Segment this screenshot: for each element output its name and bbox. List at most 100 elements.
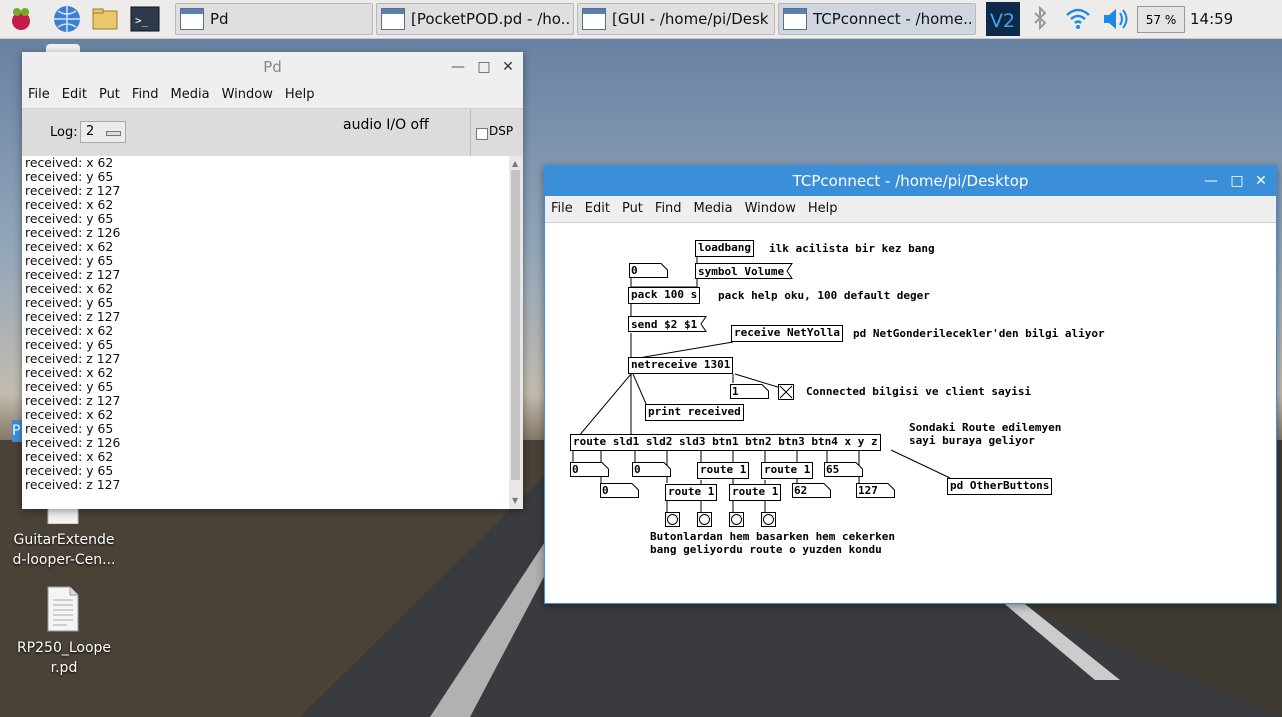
bang-button-4[interactable] xyxy=(761,512,776,527)
comment-butonlar-line1: Butonlardan hem basarken hem cekerken xyxy=(650,530,896,543)
taskbar-task-pd[interactable]: Pd xyxy=(175,3,373,35)
clock[interactable]: 14:59 xyxy=(1190,0,1250,38)
console-line: received: z 126 xyxy=(25,225,121,240)
menu-put[interactable]: Put xyxy=(93,82,126,108)
taskbar-task-gui[interactable]: [GUI - /home/pi/Desk... xyxy=(577,3,775,35)
menu-help[interactable]: Help xyxy=(279,82,321,108)
console-line: received: z 127 xyxy=(25,183,121,198)
close-icon[interactable]: ✕ xyxy=(1250,166,1272,196)
file-manager-icon[interactable] xyxy=(90,4,120,34)
route-1-object-d[interactable]: route 1 xyxy=(729,484,782,501)
menu-window[interactable]: Window xyxy=(739,196,802,222)
desktop-selected-icon-fragment[interactable]: P xyxy=(12,420,22,442)
tcpconnect-window: TCPconnect - /home/pi/Desktop — □ ✕ File… xyxy=(544,165,1277,604)
svg-text:>_: >_ xyxy=(135,14,149,27)
task-label: TCPconnect - /home... xyxy=(813,10,971,28)
bang-button-2[interactable] xyxy=(697,512,712,527)
minimize-icon[interactable]: — xyxy=(447,52,469,82)
web-browser-icon[interactable] xyxy=(52,4,82,34)
audio-status: audio I/O off xyxy=(343,117,429,133)
pd-titlebar[interactable]: Pd — □ ✕ xyxy=(22,52,523,82)
console-line: received: x 62 xyxy=(25,239,114,254)
log-level-value: 2 xyxy=(86,124,95,139)
window-title: Pd xyxy=(263,58,282,76)
bang-button-3[interactable] xyxy=(729,512,744,527)
maximize-icon[interactable]: □ xyxy=(473,52,495,82)
menu-edit[interactable]: Edit xyxy=(56,82,93,108)
scroll-up-icon[interactable]: ▲ xyxy=(512,159,518,168)
close-icon[interactable]: ✕ xyxy=(497,52,519,82)
desktop-icon-rp250-looper[interactable]: RP250_Loope r.pd xyxy=(10,586,118,686)
menu-window[interactable]: Window xyxy=(216,82,279,108)
print-received-object[interactable]: print received xyxy=(645,404,744,421)
comment-sondaki-line1: Sondaki Route edilemyen xyxy=(909,421,1062,434)
bang-button-1[interactable] xyxy=(665,512,680,527)
taskbar-task-tcpconnect[interactable]: TCPconnect - /home... xyxy=(778,3,976,35)
menu-media[interactable]: Media xyxy=(688,196,739,222)
dsp-checkbox[interactable] xyxy=(476,128,488,140)
patch-canvas[interactable]: loadbang ilk acilista bir kez bang 0 sym… xyxy=(545,223,1276,603)
task-label: Pd xyxy=(210,10,229,28)
terminal-icon[interactable]: >_ xyxy=(130,4,160,34)
icon-label-line2: d-looper-Cen... xyxy=(12,552,116,568)
log-level-select[interactable]: 2 xyxy=(80,121,126,143)
volume-icon[interactable] xyxy=(1100,0,1130,38)
console-line: received: y 65 xyxy=(25,337,114,352)
dropdown-icon xyxy=(106,131,121,136)
route-1-object-b[interactable]: route 1 xyxy=(761,462,814,479)
menu-file[interactable]: File xyxy=(22,82,56,108)
menu-edit[interactable]: Edit xyxy=(579,196,616,222)
comment-pack: pack help oku, 100 default deger xyxy=(718,289,930,302)
console-line: received: x 62 xyxy=(25,365,114,380)
symbol-volume-label: symbol Volume xyxy=(698,265,785,278)
netreceive-object[interactable]: netreceive 1301 xyxy=(628,357,734,374)
number-value-127: 127 xyxy=(858,484,878,497)
raspberry-menu-icon[interactable] xyxy=(6,4,36,34)
console-line: received: y 65 xyxy=(25,421,114,436)
number-value-r2: 0 xyxy=(602,484,609,497)
console-line: received: z 127 xyxy=(25,393,121,408)
menu-file[interactable]: File xyxy=(545,196,579,222)
route-1-object-c[interactable]: route 1 xyxy=(665,484,718,501)
bluetooth-icon[interactable] xyxy=(1028,0,1052,38)
taskbar-task-pocketpod[interactable]: [PocketPOD.pd - /ho... xyxy=(376,3,574,35)
window-icon xyxy=(381,8,405,30)
connected-toggle[interactable] xyxy=(778,384,794,400)
pd-main-window: Pd — □ ✕ File Edit Put Find Media Window Help … xyxy=(22,52,523,509)
menu-help[interactable]: Help xyxy=(802,196,844,222)
console-line: received: x 62 xyxy=(25,323,114,338)
number-value-62: 62 xyxy=(794,484,808,497)
route-main-object[interactable]: route sld1 sld2 sld3 btn1 btn2 btn3 btn4… xyxy=(570,434,881,451)
menu-media[interactable]: Media xyxy=(165,82,216,108)
loadbang-object[interactable]: loadbang xyxy=(695,240,754,257)
pack-object[interactable]: pack 100 s xyxy=(628,287,701,304)
number-value-r3: 0 xyxy=(634,463,641,476)
maximize-icon[interactable]: □ xyxy=(1226,166,1248,196)
dsp-label: DSP xyxy=(489,124,514,138)
number-value-65: 65 xyxy=(826,463,840,476)
receive-netyolla-object[interactable]: receive NetYolla xyxy=(731,325,843,342)
scrollbar-thumb[interactable] xyxy=(511,170,520,480)
comment-butonlar-line2: bang geliyordu route o yuzden kondu xyxy=(650,543,882,556)
console-line: received: z 126 xyxy=(25,435,121,450)
wifi-icon[interactable] xyxy=(1063,0,1093,38)
document-icon xyxy=(47,586,79,632)
vnc-icon[interactable]: V2 xyxy=(985,0,1021,38)
menu-put[interactable]: Put xyxy=(616,196,649,222)
icon-label-line2: r.pd xyxy=(50,660,78,676)
menu-find[interactable]: Find xyxy=(649,196,688,222)
minimize-icon[interactable]: — xyxy=(1200,166,1222,196)
console-line: received: x 62 xyxy=(25,156,114,170)
console-scrollbar[interactable]: ▲ ▼ xyxy=(509,156,523,509)
scroll-down-icon[interactable]: ▼ xyxy=(512,496,518,505)
menu-find[interactable]: Find xyxy=(126,82,165,108)
tcp-titlebar[interactable]: TCPconnect - /home/pi/Desktop — □ ✕ xyxy=(545,166,1276,196)
window-icon xyxy=(582,8,606,30)
console-line: received: y 65 xyxy=(25,211,114,226)
pd-otherbuttons-object[interactable]: pd OtherButtons xyxy=(947,478,1053,495)
route-1-object-a[interactable]: route 1 xyxy=(697,462,750,479)
svg-text:V2: V2 xyxy=(990,10,1015,32)
task-label: [PocketPOD.pd - /ho... xyxy=(411,10,569,28)
console-line: received: y 65 xyxy=(25,253,114,268)
pd-console[interactable]: received: x 62 received: y 65 received: z … xyxy=(22,156,509,509)
